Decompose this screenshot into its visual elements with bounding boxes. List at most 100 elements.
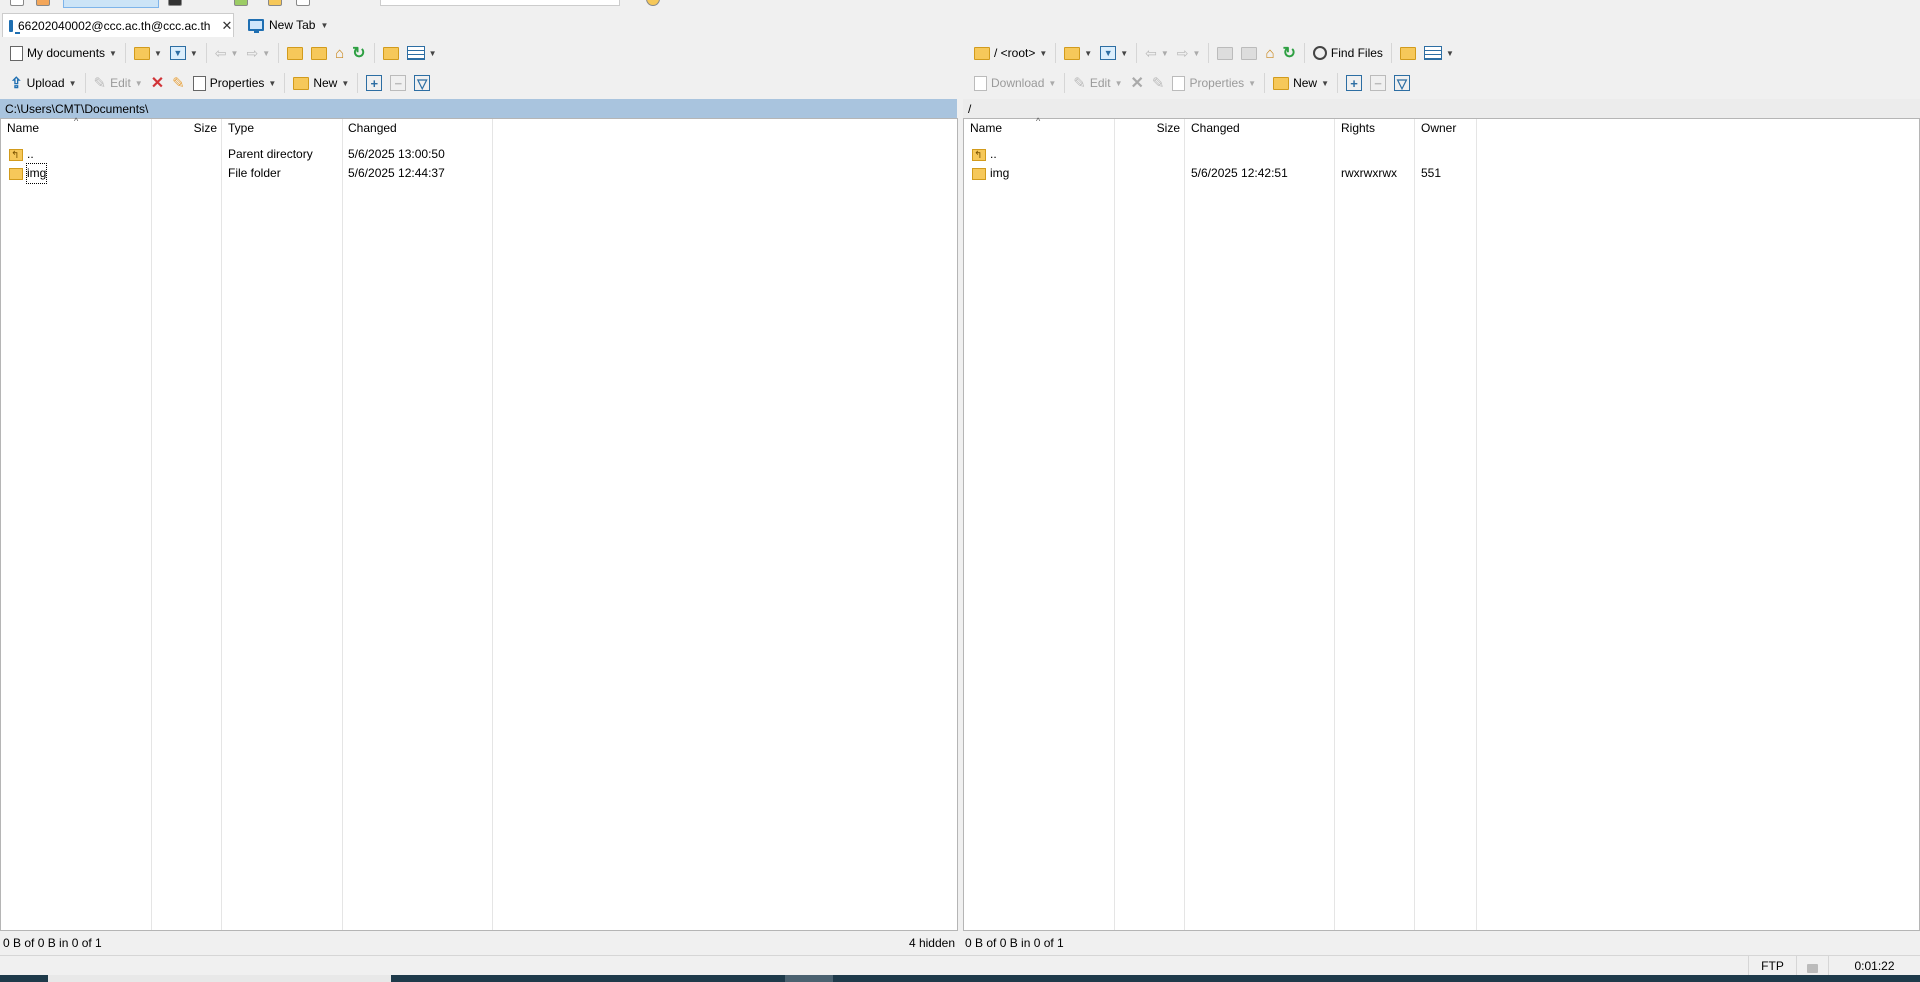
open-directory-button[interactable]: ▼ [1060, 41, 1096, 65]
refresh-button[interactable]: ↻ [348, 41, 369, 65]
taskbar-search[interactable] [48, 975, 391, 982]
tree-button[interactable] [379, 41, 403, 65]
select-files-button[interactable]: + [362, 71, 386, 95]
view-mode-button[interactable]: ▼ [1420, 41, 1458, 65]
column-header-rights[interactable]: Rights [1335, 119, 1414, 138]
local-path-bar[interactable]: C:\Users\CMT\Documents\ [0, 99, 957, 118]
edit-button[interactable]: ✎ Edit ▼ [1069, 71, 1126, 95]
forward-button[interactable]: ⇨ ▼ [1173, 41, 1205, 65]
column-header-changed[interactable]: Changed [342, 119, 492, 138]
file-row-img[interactable]: img 5/6/2025 12:42:51 rwxrwxrwx 551 [964, 164, 1919, 183]
chevron-down-icon: ▼ [1445, 48, 1454, 58]
list-view-icon [406, 46, 425, 60]
parent-folder-icon [1217, 46, 1234, 60]
toolbar-icon[interactable] [36, 0, 50, 6]
chevron-down-icon: ▼ [134, 78, 143, 88]
column-header-size[interactable]: Size [151, 119, 221, 138]
root-directory-button[interactable] [307, 41, 331, 65]
local-file-panel[interactable]: Name ^ Size Type Changed .. Parent direc… [0, 116, 958, 931]
delete-button[interactable]: ✕ [1126, 71, 1147, 95]
separator [1208, 43, 1210, 63]
protocol-indicator: FTP [1748, 956, 1796, 976]
refresh-button[interactable]: ↻ [1279, 41, 1300, 65]
toolbar-icon[interactable] [268, 0, 282, 6]
remote-selection-status: 0 B of 0 B in 0 of 1 [965, 936, 1064, 950]
forward-button[interactable]: ⇨ ▼ [242, 41, 274, 65]
queue-icon[interactable] [296, 0, 310, 6]
column-header-size[interactable]: Size [1114, 119, 1184, 138]
terminal-icon[interactable] [168, 0, 182, 6]
session-tab[interactable]: 66202040002@ccc.ac.th@ccc.ac.th ✕ [2, 13, 234, 37]
download-label: Download [991, 76, 1045, 90]
folder-icon [974, 46, 990, 60]
filter-button[interactable]: ▼ ▼ [166, 41, 202, 65]
close-icon[interactable]: ✕ [221, 18, 232, 34]
home-button[interactable]: ⌂ [1261, 41, 1278, 65]
edit-label: Edit [1089, 76, 1111, 90]
parent-directory-button[interactable] [1213, 41, 1237, 65]
delete-button[interactable]: ✕ [147, 71, 168, 95]
rename-button[interactable]: ✎ [168, 71, 189, 95]
properties-button[interactable]: Properties ▼ [189, 71, 281, 95]
new-tab[interactable]: New Tab ▼ [242, 13, 336, 37]
synchronize-button[interactable] [63, 0, 159, 8]
separator [357, 73, 359, 93]
back-arrow-icon: ⇦ [214, 44, 227, 61]
file-row-parent[interactable]: .. Parent directory 5/6/2025 13:00:50 [1, 145, 957, 165]
unselect-files-button[interactable]: − [1366, 71, 1390, 95]
sort-ascending-icon: ^ [74, 116, 79, 126]
filter-files-button[interactable]: ▽ [410, 71, 434, 95]
edit-button[interactable]: ✎ Edit ▼ [90, 71, 147, 95]
column-header-owner[interactable]: Owner [1415, 119, 1476, 138]
filter-icon: ▽ [414, 75, 431, 91]
chevron-down-icon: ▼ [230, 48, 239, 58]
upload-button[interactable]: ⇪ Upload ▼ [6, 71, 81, 95]
back-button[interactable]: ⇦ ▼ [211, 41, 243, 65]
download-button[interactable]: Download ▼ [970, 71, 1060, 95]
file-row-img[interactable]: img File folder 5/6/2025 12:44:37 [1, 163, 957, 184]
remote-status-bar: 0 B of 0 B in 0 of 1 [963, 933, 1920, 953]
new-button[interactable]: New ▼ [289, 71, 353, 95]
search-icon [1312, 46, 1327, 60]
file-row-parent[interactable]: .. [964, 145, 1919, 165]
folder-icon [972, 167, 986, 180]
open-directory-button[interactable]: ▼ [130, 41, 166, 65]
unselect-files-button[interactable]: − [386, 71, 410, 95]
chevron-down-icon: ▼ [1039, 48, 1048, 58]
properties-button[interactable]: Properties ▼ [1168, 71, 1260, 95]
chevron-down-icon: ▼ [268, 78, 277, 88]
hidden-files-count[interactable]: 4 hidden [909, 936, 955, 950]
toolbar-icon[interactable] [646, 0, 660, 6]
forward-arrow-icon: ⇨ [246, 44, 259, 61]
local-location-dropdown[interactable]: My documents ▼ [6, 41, 121, 65]
home-button[interactable]: ⌂ [331, 41, 348, 65]
column-header-type[interactable]: Type [222, 119, 342, 138]
remote-file-panel[interactable]: Name ^ Size Changed Rights Owner .. img … [963, 116, 1920, 931]
remote-navigation-toolbar: / <root> ▼ ▼ ▼ ▼ ⇦ ▼ ⇨ ▼ ⌂ ↻ Find Files ▼ [970, 39, 1916, 67]
select-files-button[interactable]: + [1342, 71, 1366, 95]
parent-directory-button[interactable] [283, 41, 307, 65]
rename-button[interactable]: ✎ [1148, 71, 1169, 95]
new-button[interactable]: New ▼ [1269, 71, 1333, 95]
os-taskbar [0, 975, 1920, 982]
remote-path-bar[interactable]: / [963, 99, 1920, 118]
delete-icon: ✕ [150, 75, 165, 92]
column-header-changed[interactable]: Changed [1185, 119, 1334, 138]
filter-files-button[interactable]: ▽ [1390, 71, 1414, 95]
chevron-down-icon[interactable]: ▼ [320, 21, 328, 30]
transfer-settings-dropdown[interactable] [380, 0, 620, 6]
taskbar-app[interactable] [785, 975, 833, 982]
filter-icon: ▼ [1100, 46, 1117, 60]
find-files-button[interactable]: Find Files [1309, 41, 1387, 65]
back-button[interactable]: ⇦ ▼ [1141, 41, 1173, 65]
tree-button[interactable] [1396, 41, 1420, 65]
changed-cell: 5/6/2025 12:42:51 [1191, 166, 1288, 180]
monitor-icon [248, 19, 264, 33]
parent-folder-icon [287, 46, 304, 60]
filter-button[interactable]: ▼ ▼ [1096, 41, 1132, 65]
root-directory-button[interactable] [1237, 41, 1261, 65]
toolbar-icon[interactable] [234, 0, 248, 6]
view-mode-button[interactable]: ▼ [403, 41, 441, 65]
toolbar-icon[interactable] [10, 0, 24, 6]
remote-location-dropdown[interactable]: / <root> ▼ [970, 41, 1051, 65]
